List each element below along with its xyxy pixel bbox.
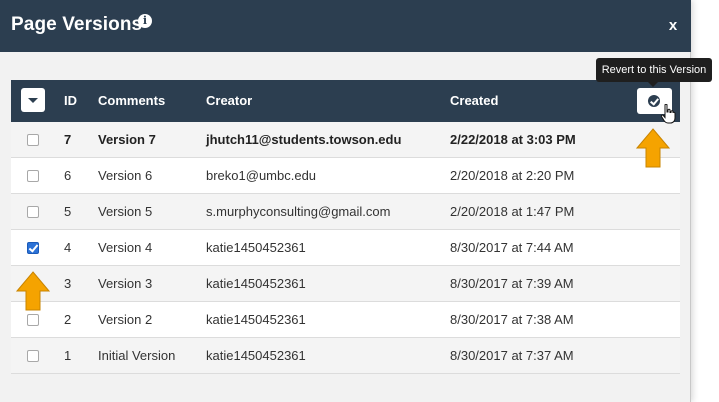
table-row[interactable]: 5 Version 5 s.murphyconsulting@gmail.com 2/… — [11, 194, 680, 230]
close-button[interactable]: x — [666, 17, 680, 37]
row-checkbox[interactable] — [27, 350, 39, 362]
table-row[interactable]: 4 Version 4 katie1450452361 8/30/2017 at 7:… — [11, 230, 680, 266]
version-creator: katie1450452361 — [206, 276, 306, 291]
table-row[interactable]: 6 Version 6 breko1@umbc.edu 2/20/2018 at 2:… — [11, 158, 680, 194]
version-creator: s.murphyconsulting@gmail.com — [206, 204, 391, 219]
info-icon[interactable]: i — [138, 14, 152, 28]
chevron-down-icon — [28, 98, 38, 103]
version-creator: breko1@umbc.edu — [206, 168, 317, 183]
dialog-title: Page Versions — [11, 14, 143, 35]
row-checkbox[interactable] — [27, 134, 39, 146]
version-comment: Version 6 — [98, 168, 153, 183]
version-comment: Version 7 — [98, 132, 156, 147]
check-circle-icon — [648, 95, 660, 107]
row-checkbox[interactable] — [27, 170, 39, 182]
row-checkbox[interactable] — [27, 206, 39, 218]
version-creator: katie1450452361 — [206, 312, 306, 327]
version-created-date: 8/30/2017 at 7:44 AM — [450, 240, 574, 255]
table-row[interactable]: 2 Version 2 katie1450452361 8/30/2017 at 7:… — [11, 302, 680, 338]
table-row[interactable]: 3 Version 3 katie1450452361 8/30/2017 at 7:… — [11, 266, 680, 302]
revert-tooltip: Revert to this Version — [596, 58, 712, 87]
version-comment: Version 4 — [98, 240, 153, 255]
version-comment: Version 3 — [98, 276, 153, 291]
column-header-creator: Creator — [206, 93, 253, 108]
version-id: 1 — [64, 348, 72, 363]
version-created-date: 8/30/2017 at 7:39 AM — [450, 276, 574, 291]
version-creator: katie1450452361 — [206, 348, 306, 363]
table-body: 7 Version 7 jhutch11@students.towson.edu 2/… — [11, 122, 680, 374]
page-versions-dialog: Page Versions i x ID Comments Creator Cr… — [0, 0, 691, 402]
column-header-created: Created — [450, 93, 499, 108]
dialog-header: Page Versions i x — [0, 0, 691, 52]
version-created-date: 2/20/2018 at 1:47 PM — [450, 204, 575, 219]
select-all-dropdown-button[interactable] — [21, 88, 45, 112]
version-creator: jhutch11@students.towson.edu — [206, 132, 402, 147]
version-id: 3 — [64, 276, 72, 291]
version-id: 4 — [64, 240, 72, 255]
version-id: 6 — [64, 168, 72, 183]
hand-pointer-icon — [660, 104, 676, 124]
version-id: 5 — [64, 204, 72, 219]
version-created-date: 2/22/2018 at 3:03 PM — [450, 132, 576, 147]
table-row[interactable]: 7 Version 7 jhutch11@students.towson.edu 2/… — [11, 122, 680, 158]
column-header-comments: Comments — [98, 93, 166, 108]
table-header: ID Comments Creator Created — [11, 80, 680, 122]
version-created-date: 8/30/2017 at 7:37 AM — [450, 348, 574, 363]
versions-table: ID Comments Creator Created 7 Version 7 jh… — [11, 80, 680, 374]
arrow-up-icon — [636, 128, 670, 168]
version-comment: Initial Version — [98, 348, 176, 363]
version-created-date: 8/30/2017 at 7:38 AM — [450, 312, 574, 327]
version-created-date: 2/20/2018 at 2:20 PM — [450, 168, 575, 183]
version-comment: Version 5 — [98, 204, 153, 219]
version-id: 2 — [64, 312, 72, 327]
column-header-id: ID — [64, 93, 77, 108]
version-creator: katie1450452361 — [206, 240, 306, 255]
row-checkbox[interactable] — [27, 242, 39, 254]
table-row[interactable]: 1 Initial Version katie1450452361 8/30/2017… — [11, 338, 680, 374]
arrow-up-icon — [16, 271, 50, 311]
row-checkbox[interactable] — [27, 314, 39, 326]
version-comment: Version 2 — [98, 312, 153, 327]
version-id: 7 — [64, 132, 72, 147]
